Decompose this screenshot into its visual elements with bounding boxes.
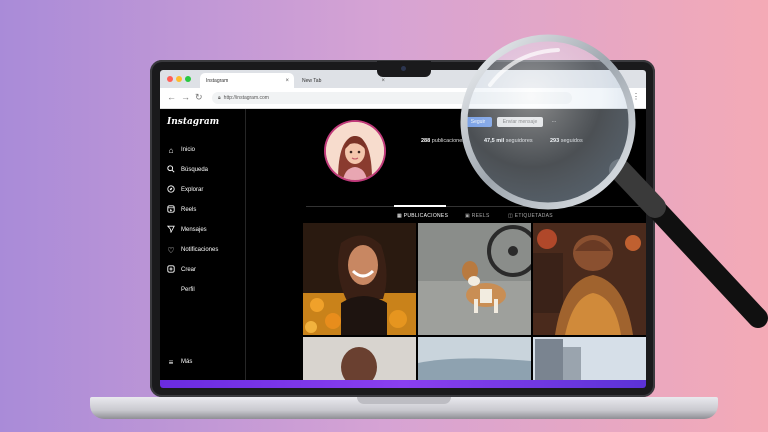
sidebar-item-label: Reels xyxy=(181,207,197,213)
sidebar-item-inicio[interactable]: ⌂ Inicio xyxy=(166,144,195,156)
tab-label: REELS xyxy=(471,213,490,219)
sidebar-item-label: Explorar xyxy=(181,187,204,193)
send-icon xyxy=(166,225,176,235)
instagram-app: Instagram ⌂ Inicio Búsqueda Explorar Ree… xyxy=(160,109,646,380)
back-icon[interactable]: ← xyxy=(167,92,176,102)
browser-tab-instagram[interactable]: Instagram × xyxy=(200,73,294,88)
tag-icon: ◫ xyxy=(508,213,514,219)
followers-label: seguidores xyxy=(505,138,533,144)
following-label: seguidos xyxy=(560,138,583,144)
tab-reels[interactable]: ▣ REELS xyxy=(465,213,490,219)
post-thumbnail-landscape[interactable] xyxy=(418,337,531,380)
follow-button[interactable]: Seguir xyxy=(464,117,492,127)
url-input[interactable]: 🔒︎ http://instagram.com xyxy=(212,92,572,104)
close-tab-icon[interactable]: × xyxy=(381,78,385,84)
instagram-logo[interactable]: Instagram xyxy=(167,117,219,127)
lock-icon: 🔒︎ xyxy=(218,95,221,101)
more-options-button[interactable]: ··· xyxy=(546,117,562,127)
tab-label: New Tab xyxy=(302,77,322,84)
sidebar: Instagram ⌂ Inicio Búsqueda Explorar Ree… xyxy=(160,109,246,380)
forward-icon[interactable]: → xyxy=(181,92,190,102)
close-tab-icon[interactable]: × xyxy=(285,78,289,84)
sidebar-item-crear[interactable]: Crear xyxy=(166,264,196,276)
sidebar-item-perfil[interactable]: Perfil xyxy=(166,284,195,296)
tab-publicaciones[interactable]: ▦ PUBLICACIONES xyxy=(397,213,448,219)
profile-main: Seguir Enviar mensaje ··· 288 publicacio… xyxy=(246,109,646,380)
compass-icon xyxy=(166,185,176,195)
browser-tab-new[interactable]: New Tab × xyxy=(296,73,390,88)
close-window-icon[interactable] xyxy=(167,76,173,82)
sidebar-item-mensajes[interactable]: Mensajes xyxy=(166,224,207,236)
posts-count: 288 xyxy=(421,138,431,144)
posts-label: publicaciones xyxy=(431,138,466,144)
tab-label: ETIQUETADAS xyxy=(514,213,553,219)
plus-square-icon xyxy=(166,265,176,275)
laptop-screen: Instagram × New Tab × ← → ↻ 🔒︎ http://in… xyxy=(160,70,646,388)
followers-count: 47,5 mil xyxy=(484,138,505,144)
home-icon: ⌂ xyxy=(168,145,174,155)
sidebar-item-busqueda[interactable]: Búsqueda xyxy=(166,164,208,176)
tab-label: Instagram xyxy=(206,77,229,84)
menu-icon: ≡ xyxy=(168,357,174,367)
post-thumbnail-woman-flowers[interactable] xyxy=(303,223,416,335)
heart-icon: ♡ xyxy=(167,245,175,255)
photo-grid xyxy=(303,223,646,380)
sidebar-item-reels[interactable]: Reels xyxy=(166,204,196,216)
sidebar-item-label: Inicio xyxy=(181,147,196,153)
search-icon xyxy=(166,165,176,175)
following-count: 293 xyxy=(550,138,560,144)
sidebar-item-label: Búsqueda xyxy=(181,167,209,173)
post-thumbnail-person-backpack[interactable] xyxy=(533,223,646,335)
sidebar-item-label: Crear xyxy=(181,267,197,273)
minimize-window-icon[interactable] xyxy=(176,76,182,82)
post-thumbnail-building[interactable] xyxy=(533,337,646,380)
screen-bottom-glow xyxy=(160,380,646,388)
browser-menu-icon[interactable]: ⋮ xyxy=(632,92,640,101)
send-message-button[interactable]: Enviar mensaje xyxy=(497,117,543,127)
tab-etiquetadas[interactable]: ◫ ETIQUETADAS xyxy=(508,213,553,219)
grid-icon: ▦ xyxy=(397,213,403,219)
sidebar-item-label: Notificaciones xyxy=(181,247,219,253)
browser-address-bar: ← → ↻ 🔒︎ http://instagram.com ⋮ xyxy=(160,88,646,109)
sidebar-item-notificaciones[interactable]: ♡ Notificaciones xyxy=(166,244,218,256)
reels-icon: ▣ xyxy=(465,213,471,219)
sidebar-item-label: Más xyxy=(181,359,193,365)
active-tab-indicator xyxy=(394,205,446,207)
posts-stat[interactable]: 288 publicaciones xyxy=(421,138,465,144)
laptop-hinge-groove xyxy=(357,397,451,404)
followers-stat[interactable]: 47,5 mil seguidores xyxy=(484,138,533,144)
post-thumbnail-portrait[interactable] xyxy=(303,337,416,380)
sidebar-item-label: Perfil xyxy=(181,287,195,293)
reels-icon xyxy=(166,205,176,215)
url-text: http://instagram.com xyxy=(223,95,269,101)
tabs-divider xyxy=(306,206,646,207)
tab-label: PUBLICACIONES xyxy=(403,213,449,219)
post-thumbnail-beagle[interactable] xyxy=(418,223,531,335)
sidebar-item-mas[interactable]: ≡ Más xyxy=(166,356,193,368)
reload-icon[interactable]: ↻ xyxy=(195,92,203,103)
sidebar-item-explorar[interactable]: Explorar xyxy=(166,184,203,196)
sidebar-item-label: Mensajes xyxy=(181,227,207,233)
maximize-window-icon[interactable] xyxy=(185,76,191,82)
avatar[interactable] xyxy=(326,122,384,180)
camera-icon xyxy=(401,66,406,71)
following-stat[interactable]: 293 seguidos xyxy=(550,138,583,144)
